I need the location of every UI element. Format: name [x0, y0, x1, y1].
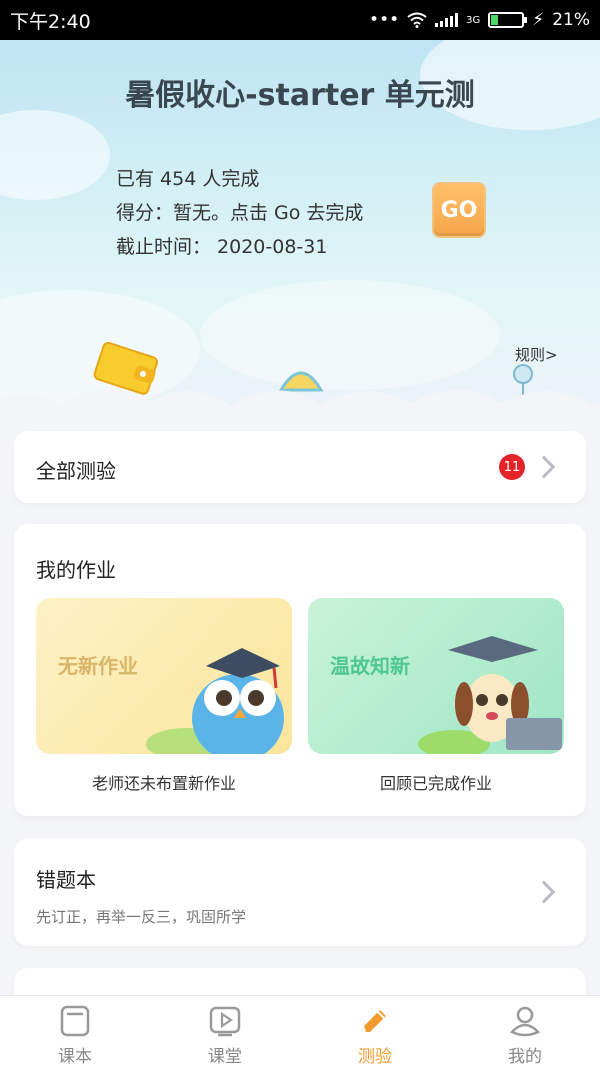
homework-card: 我的作业 无新作业 老师还未布置新作业 温故知新 回顾已完成作业: [14, 524, 586, 816]
completed-count: 已有 454 人完成: [116, 168, 260, 190]
mistakes-subtitle: 先订正，再举一反三，巩固所学: [36, 908, 247, 926]
charging-icon: ⚡: [532, 10, 545, 30]
chevron-right-icon: [532, 880, 556, 904]
all-tests-label: 全部测验: [36, 459, 116, 483]
test-title: 暑假收心-starter 单元测: [125, 78, 475, 113]
network-type: 3G: [466, 14, 481, 26]
wifi-icon: [407, 12, 427, 28]
battery-percent: 21%: [552, 10, 590, 30]
review-homework-tile[interactable]: 温故知新: [308, 598, 564, 754]
tab-label: 测验: [358, 1047, 392, 1067]
review-homework-caption: 回顾已完成作业: [379, 774, 492, 793]
new-homework-tile[interactable]: 无新作业: [36, 598, 292, 754]
test-banner: 暑假收心-starter 单元测 已有 454 人完成 得分：暂无。点击 Go …: [0, 40, 600, 410]
go-button[interactable]: GO: [432, 182, 486, 238]
all-tests-row[interactable]: 全部测验 11: [14, 431, 586, 503]
homework-title: 我的作业: [36, 558, 116, 582]
tab-tests[interactable]: 测验: [300, 996, 450, 1067]
tab-label: 课堂: [208, 1047, 242, 1067]
tab-textbook[interactable]: 课本: [0, 996, 150, 1067]
dog-icon: [418, 636, 562, 754]
book-icon: [60, 1005, 90, 1037]
status-time: 下午2:40: [10, 10, 91, 33]
profile-icon: [509, 1006, 541, 1037]
status-bar: 下午2:40 ••• 3G ⚡ 21%: [0, 0, 600, 40]
battery-icon: [488, 12, 528, 28]
mistakes-title: 错题本: [36, 868, 96, 892]
new-homework-label: 无新作业: [58, 654, 138, 678]
review-homework-label: 温故知新: [330, 654, 410, 678]
pencil-icon: [364, 1010, 386, 1032]
score-text: 得分：暂无。点击 Go 去完成: [116, 202, 364, 224]
new-homework-caption: 老师还未布置新作业: [91, 774, 236, 793]
deadline-text: 截止时间： 2020-08-31: [116, 236, 328, 258]
tab-profile[interactable]: 我的: [450, 996, 600, 1067]
tab-label: 我的: [508, 1047, 542, 1067]
tab-label: 课本: [58, 1047, 92, 1067]
test-info: 已有 454 人完成 得分：暂无。点击 Go 去完成 截止时间： 2020-08…: [116, 162, 363, 264]
cloud-border: [0, 389, 600, 410]
signal-icon: [435, 13, 459, 27]
chevron-right-icon: [532, 455, 556, 479]
play-icon: [209, 1006, 241, 1037]
owl-icon: [146, 648, 284, 754]
tab-classroom[interactable]: 课堂: [150, 996, 300, 1067]
more-icon: •••: [369, 10, 400, 30]
mistakes-row[interactable]: 错题本 先订正，再举一反三，巩固所学: [14, 838, 586, 946]
status-icons: ••• 3G ⚡ 21%: [369, 10, 590, 30]
unread-badge: 11: [499, 454, 525, 480]
bottom-tab-bar: 课本 课堂 测验 我的: [0, 995, 600, 1067]
